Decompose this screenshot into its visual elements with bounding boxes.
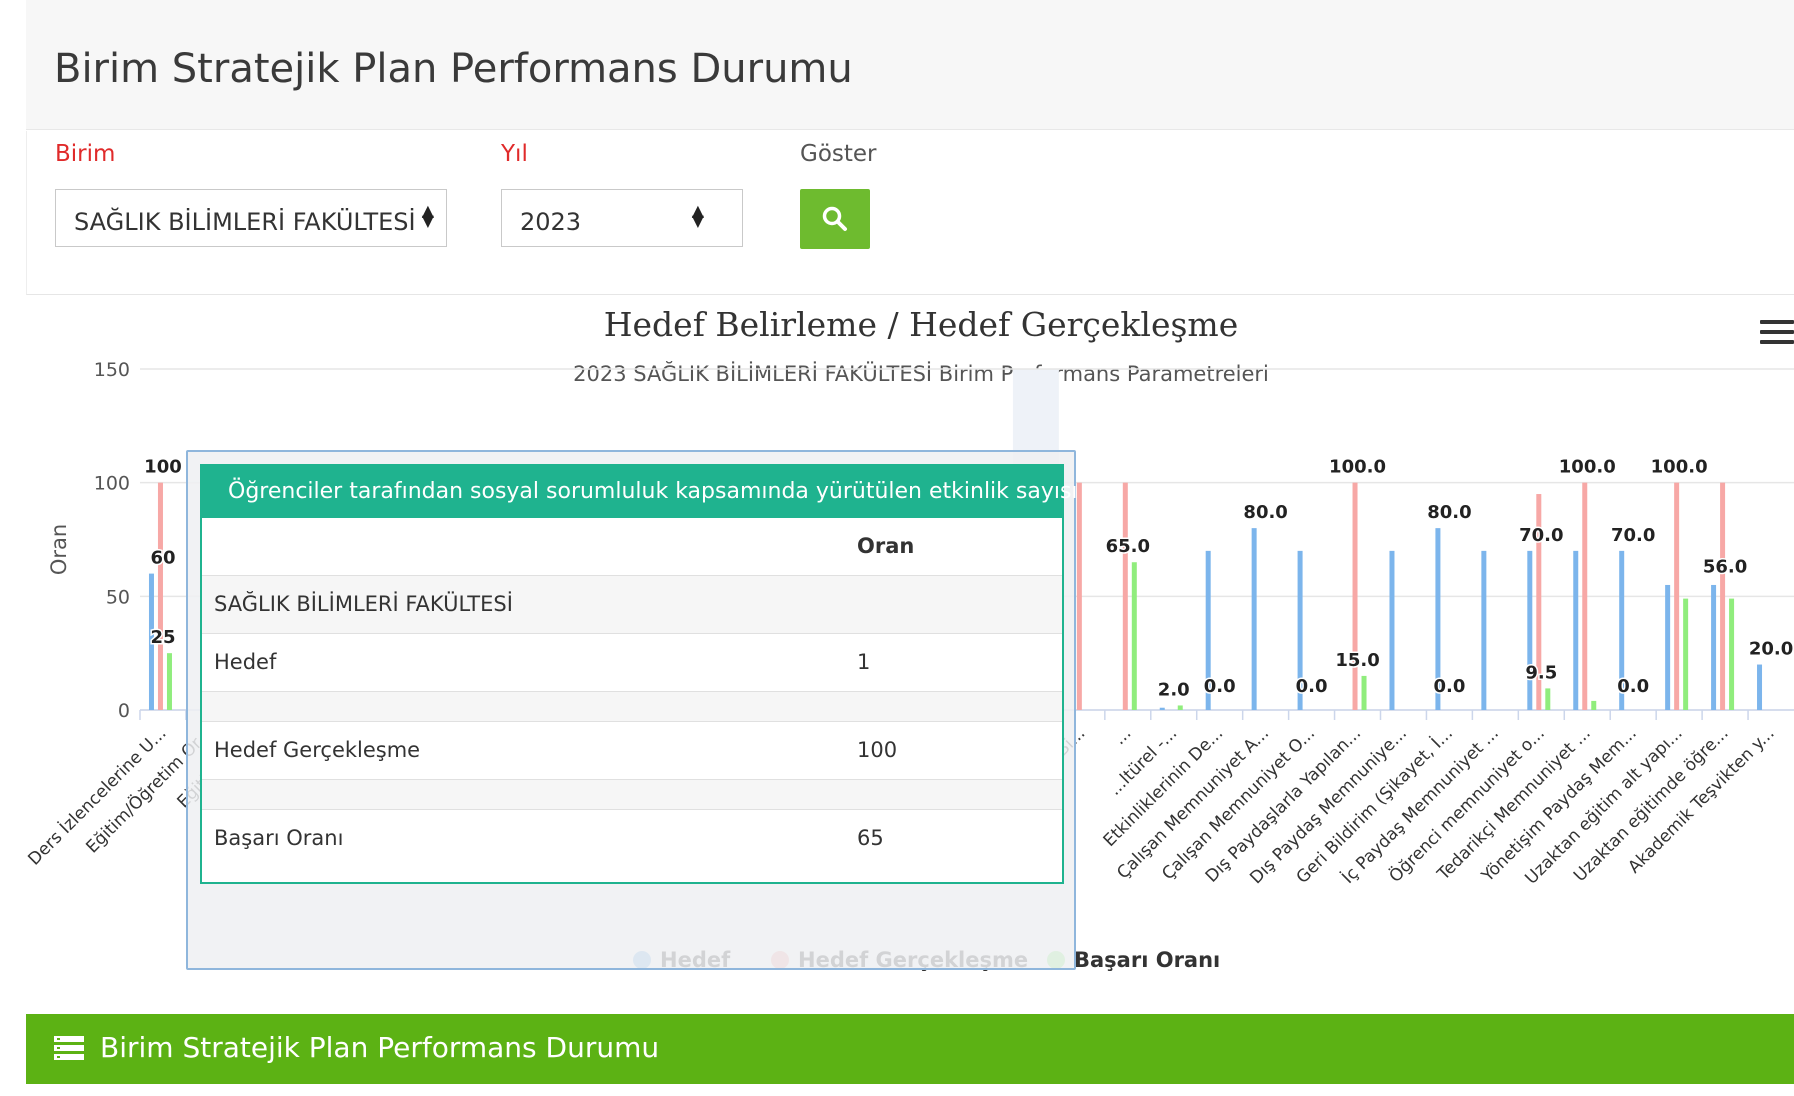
y-tick-label: 100 — [94, 473, 130, 495]
data-label: 65.0 — [1106, 536, 1150, 557]
section-title: Birim Stratejik Plan Performans Durumu — [100, 1031, 660, 1064]
data-label: 25 — [150, 627, 175, 648]
data-label: 100.0 — [1329, 457, 1386, 478]
tooltip-label: Hedef — [214, 650, 277, 674]
data-label: 9.5 — [1525, 662, 1557, 683]
page-header: Birim Stratejik Plan Performans Durumu — [26, 0, 1794, 130]
tooltip-row-basari: Başarı Oranı 65 — [202, 810, 1062, 868]
tooltip-column-header: Oran — [857, 534, 915, 558]
legend-item: Başarı Oranı — [1074, 948, 1220, 972]
bar-ba-ar-oran- — [1545, 688, 1551, 710]
search-icon — [822, 206, 847, 231]
y-tick-label: 150 — [94, 359, 130, 381]
birim-select[interactable]: SAĞLIK BİLİMLERİ FAKÜLTESİ ▲ ▼ — [55, 189, 447, 247]
bar-hedef — [1711, 584, 1717, 710]
data-label: 0.0 — [1204, 676, 1236, 697]
yil-select-value: 2023 — [520, 208, 582, 236]
tooltip-label: Başarı Oranı — [214, 826, 344, 850]
list-icon — [54, 1036, 84, 1060]
data-label: 0.0 — [1296, 676, 1328, 697]
bar-hedef-ger-ekle-me — [1076, 482, 1082, 710]
tooltip-header-row: Oran — [202, 518, 1062, 576]
data-label: 60 — [150, 548, 175, 569]
tooltip-row-gerceklesme: Hedef Gerçekleşme 100 — [202, 722, 1062, 780]
chart-container: Hedef Belirleme / Hedef Gerçekleşme 2023 … — [26, 296, 1794, 996]
birim-label: Birim — [55, 141, 116, 167]
tooltip-value: 100 — [857, 738, 898, 762]
chart-title: Hedef Belirleme / Hedef Gerçekleşme — [604, 305, 1239, 344]
bar-hedef-ger-ekle-me — [157, 482, 163, 710]
bar-hedef — [1665, 584, 1671, 710]
data-label: 100.0 — [1559, 457, 1616, 478]
data-label: 20.0 — [1749, 639, 1793, 660]
data-label: 100.0 — [1651, 457, 1708, 478]
bar-hedef — [1159, 707, 1165, 710]
bar-hedef-ger-ekle-me — [1582, 482, 1588, 710]
bar-ba-ar-oran- — [1729, 598, 1735, 710]
filter-panel: Birim SAĞLIK BİLİMLERİ FAKÜLTESİ ▲ ▼ Yıl … — [26, 131, 1794, 295]
hamburger-menu-icon[interactable] — [1760, 320, 1794, 348]
bar-hedef-ger-ekle-me — [1352, 482, 1358, 710]
tooltip-value: 1 — [857, 650, 871, 674]
y-tick-label: 50 — [106, 586, 130, 608]
x-tick-label: ... — [1110, 723, 1136, 749]
bar-hedef — [1481, 550, 1487, 710]
y-axis-title: Oran — [47, 524, 71, 575]
data-label: 100 — [144, 457, 182, 478]
bar-hedef — [1251, 528, 1257, 710]
tooltip-row-hedef: Hedef 1 — [202, 634, 1062, 692]
tooltip-spacer-row — [202, 780, 1062, 810]
tooltip-unit-name: SAĞLIK BİLİMLERİ FAKÜLTESİ — [214, 592, 513, 616]
data-label: 56.0 — [1703, 557, 1747, 578]
bar-hedef — [1527, 550, 1533, 710]
tooltip-table: Öğrenciler tarafından sosyal sorumluluk … — [200, 464, 1078, 884]
data-label: 0.0 — [1617, 676, 1649, 697]
section-header-bar: Birim Stratejik Plan Performans Durumu — [26, 1014, 1794, 1084]
data-label: 70.0 — [1611, 525, 1655, 546]
data-label: 80.0 — [1243, 502, 1287, 523]
bar-ba-ar-oran- — [1591, 700, 1597, 710]
data-label: 2.0 — [1158, 679, 1190, 700]
y-tick-label: 0 — [118, 700, 130, 722]
page-title: Birim Stratejik Plan Performans Durumu — [54, 46, 853, 92]
tooltip-unit-row: SAĞLIK BİLİMLERİ FAKÜLTESİ — [202, 576, 1062, 634]
birim-select-value: SAĞLIK BİLİMLERİ FAKÜLTESİ — [74, 208, 416, 236]
bar-ba-ar-oran- — [1361, 675, 1367, 710]
tooltip-spacer-row — [202, 692, 1062, 722]
tooltip-title: Öğrenciler tarafından sosyal sorumluluk … — [202, 466, 1078, 518]
bar-hedef — [1389, 550, 1395, 710]
bar-hedef-ger-ekle-me — [1674, 482, 1680, 710]
chart-tooltip: Öğrenciler tarafından sosyal sorumluluk … — [186, 450, 1078, 970]
bar-hedef — [1573, 550, 1579, 710]
yil-label: Yıl — [501, 141, 528, 167]
data-label: 80.0 — [1427, 502, 1471, 523]
bar-hedef — [1757, 664, 1763, 710]
data-label: 0.0 — [1433, 676, 1465, 697]
data-label: 70.0 — [1519, 525, 1563, 546]
search-button[interactable] — [800, 189, 870, 249]
goster-label: Göster — [800, 141, 877, 167]
tooltip-value: 65 — [857, 826, 884, 850]
bar-ba-ar-oran- — [166, 653, 172, 710]
select-arrows-icon: ▲ ▼ — [421, 201, 434, 230]
chart-subtitle: 2023 SAĞLIK BİLİMLERİ FAKÜLTESİ Birim Pe… — [573, 361, 1269, 386]
bar-ba-ar-oran- — [1177, 705, 1183, 710]
bar-ba-ar-oran- — [1683, 598, 1689, 710]
yil-select[interactable]: 2023 ▲ ▼ — [501, 189, 743, 247]
select-arrows-icon: ▲ ▼ — [691, 201, 704, 230]
data-label: 15.0 — [1335, 650, 1379, 671]
tooltip-label: Hedef Gerçekleşme — [214, 738, 421, 762]
bar-ba-ar-oran- — [1131, 562, 1137, 710]
bar-hedef-ger-ekle-me — [1720, 482, 1726, 710]
bar-hedef-ger-ekle-me — [1122, 482, 1128, 710]
